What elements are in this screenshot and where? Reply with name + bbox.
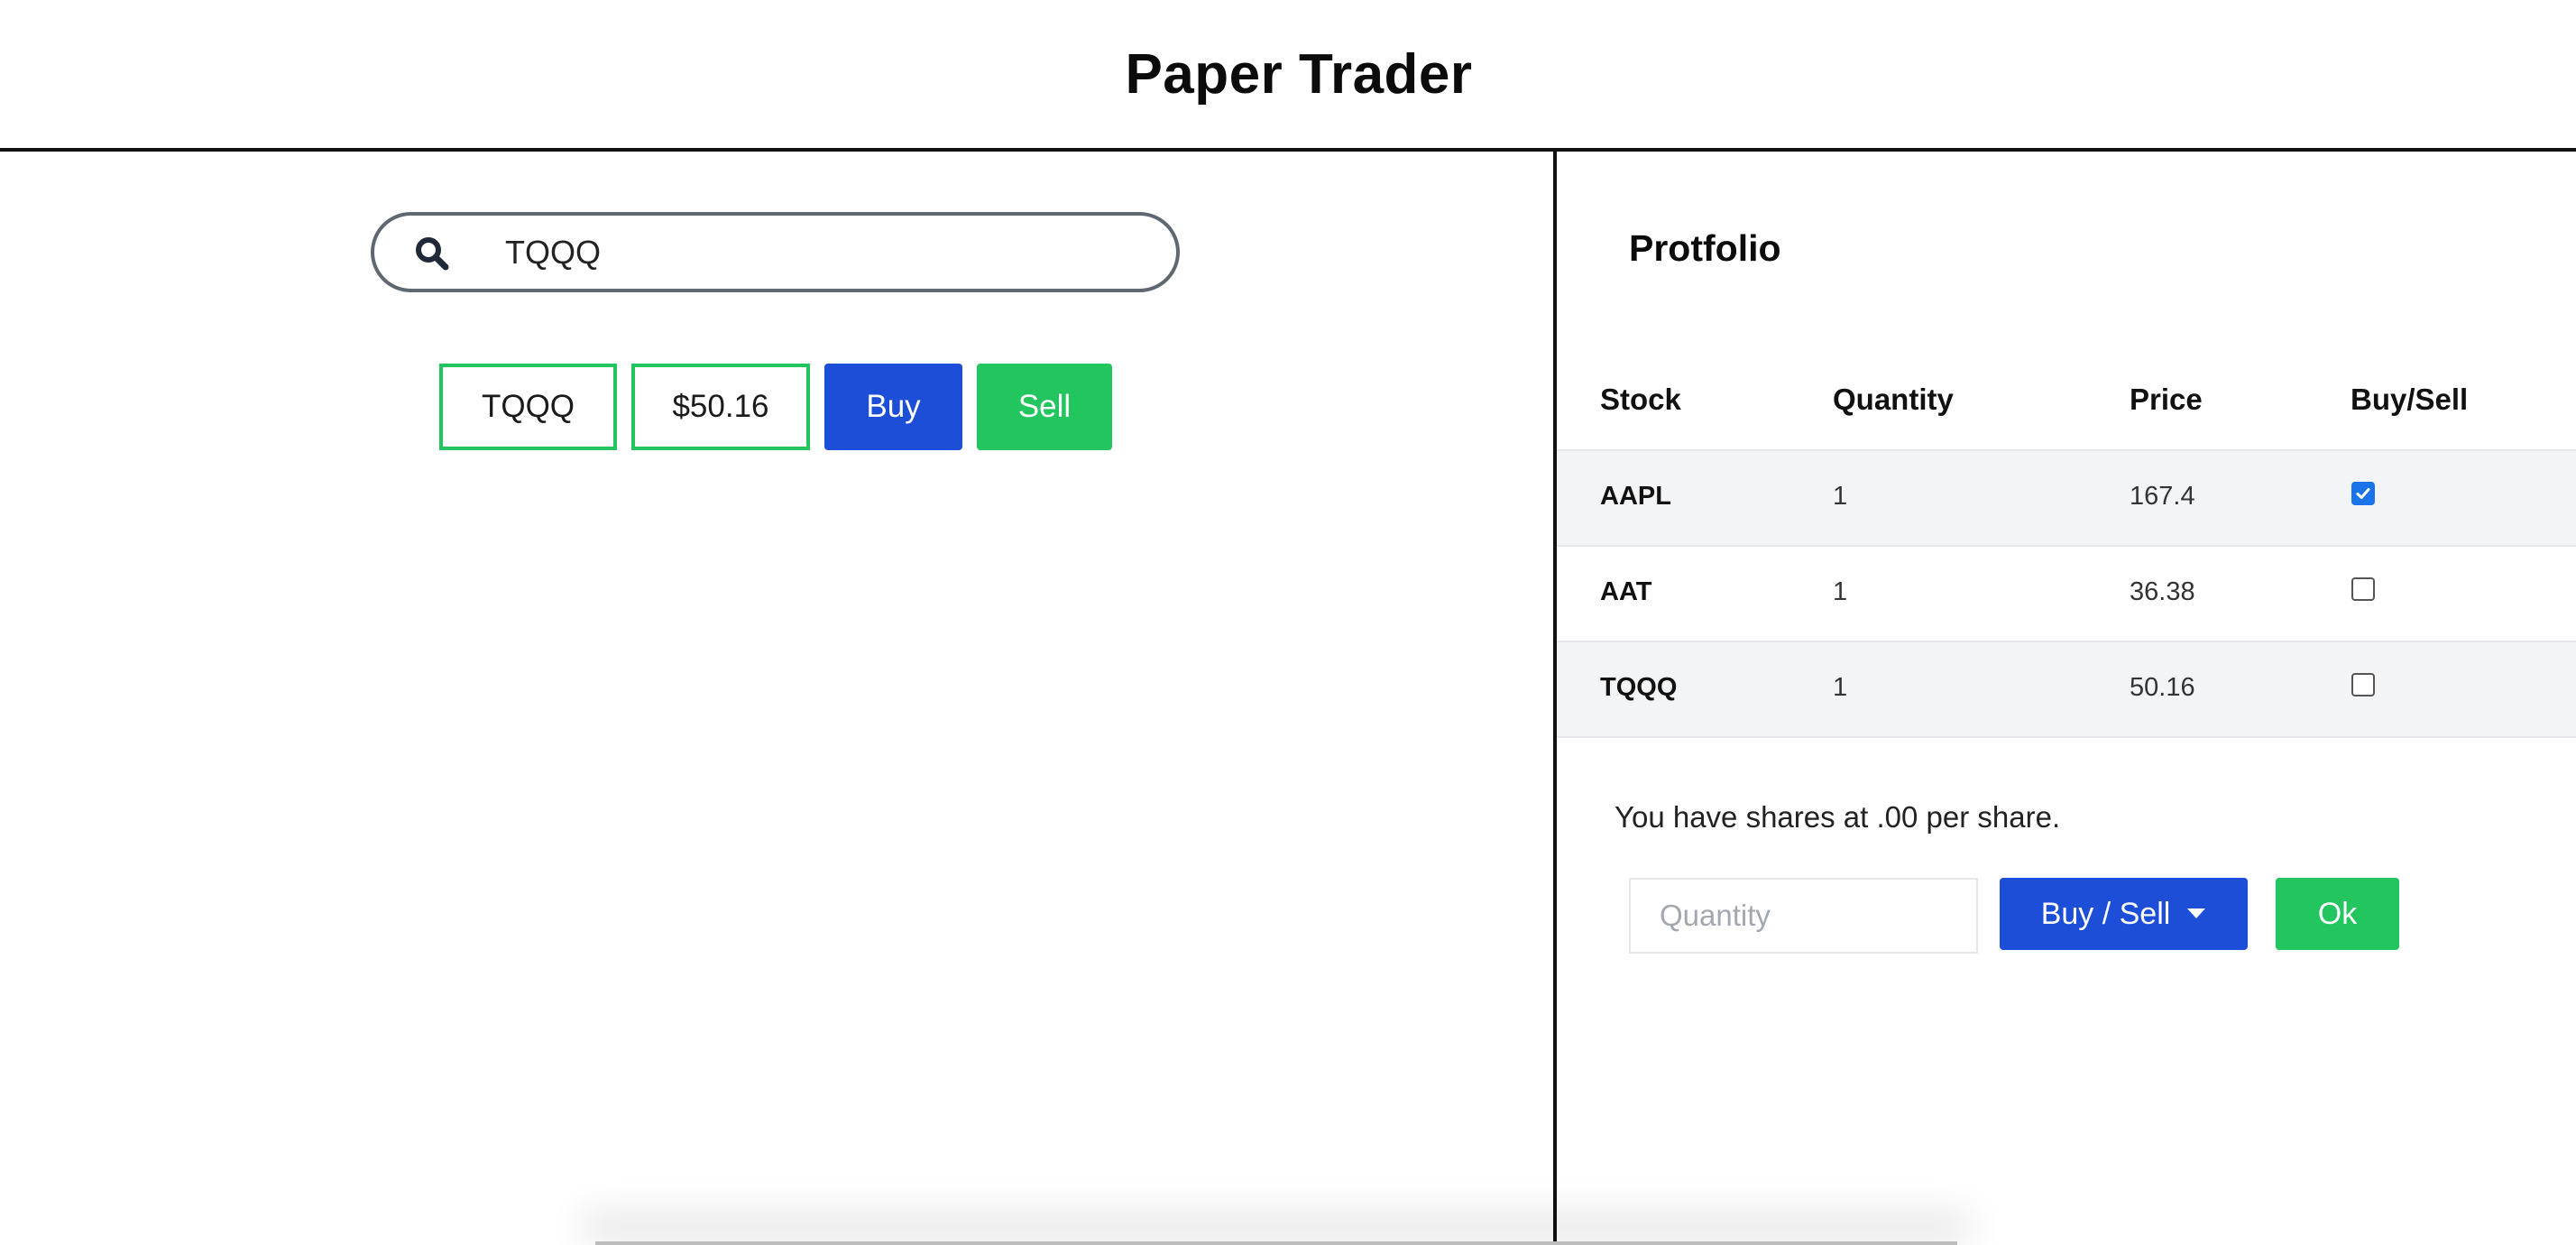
checkmark-icon (2356, 488, 2370, 499)
ok-button[interactable]: Ok (2276, 878, 2399, 950)
row-quantity: 1 (1833, 577, 1848, 606)
quote-price: $50.16 (631, 364, 810, 450)
column-header-buysell: Buy/Sell (2351, 383, 2469, 416)
quantity-input[interactable] (1629, 878, 1978, 954)
table-row[interactable]: TQQQ 1 50.16 (1557, 642, 2576, 738)
shares-message: You have shares at .00 per share. (1615, 800, 2061, 834)
table-header: Stock Quantity Price Buy/Sell (1557, 354, 2576, 451)
row-price: 36.38 (2130, 577, 2195, 606)
buy-button[interactable]: Buy (824, 364, 962, 450)
app-title: Paper Trader (1125, 42, 1473, 106)
row-stock: AAPL (1600, 482, 1671, 511)
bottom-shadow (595, 1241, 1957, 1245)
row-stock: TQQQ (1600, 673, 1678, 702)
app-header: Paper Trader (0, 0, 2576, 152)
portfolio-table: Stock Quantity Price Buy/Sell AAPL 1 167… (1557, 354, 2576, 738)
row-quantity: 1 (1833, 673, 1848, 702)
column-header-quantity: Quantity (1833, 383, 1954, 416)
row-price: 167.4 (2130, 482, 2195, 511)
search-bar[interactable] (371, 212, 1180, 292)
row-stock: AAT (1600, 577, 1652, 606)
table-row[interactable]: AAPL 1 167.4 (1557, 451, 2576, 547)
row-checkbox[interactable] (2351, 673, 2375, 696)
buy-sell-dropdown-button[interactable]: Buy / Sell (2000, 878, 2248, 950)
column-header-stock: Stock (1600, 383, 1681, 416)
table-row[interactable]: AAT 1 36.38 (1557, 547, 2576, 642)
row-quantity: 1 (1833, 482, 1848, 511)
quote-ticker: TQQQ (439, 364, 617, 450)
column-header-price: Price (2130, 383, 2203, 416)
caret-down-icon (2187, 908, 2206, 918)
search-icon (416, 237, 449, 271)
portfolio-title: Protfolio (1629, 227, 1781, 269)
buy-sell-label: Buy / Sell (2040, 896, 2171, 931)
app-page: Paper Trader TQQQ $50.16 Buy Sell Protfo… (0, 0, 2576, 1245)
row-checkbox[interactable] (2351, 482, 2375, 505)
row-price: 50.16 (2130, 673, 2195, 702)
row-checkbox[interactable] (2351, 577, 2375, 601)
sell-button[interactable]: Sell (977, 364, 1112, 450)
search-input[interactable] (505, 228, 1155, 277)
